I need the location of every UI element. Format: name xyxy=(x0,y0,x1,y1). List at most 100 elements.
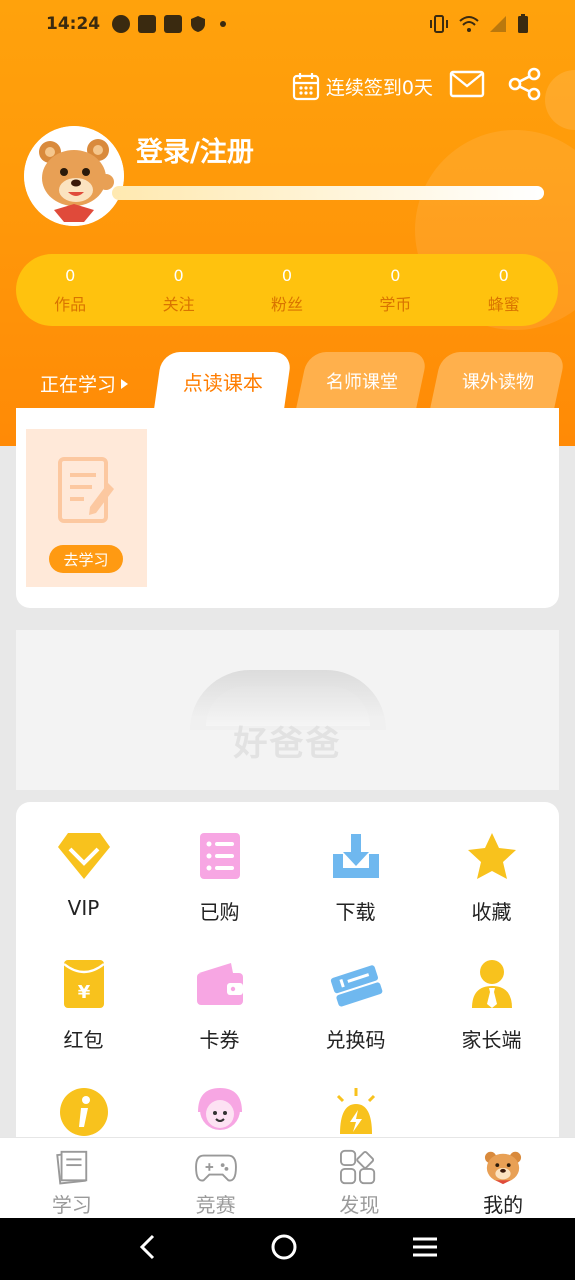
bag-icon xyxy=(138,15,157,33)
grid-item-red-envelope[interactable]: ¥ 红包 xyxy=(16,956,151,1053)
nav-contest[interactable]: 竞赛 xyxy=(144,1138,288,1218)
nav-label: 我的 xyxy=(483,1193,524,1217)
tab-textbook[interactable]: 点读课本 xyxy=(153,352,293,410)
grid-item-info[interactable] xyxy=(16,1084,151,1142)
stat-value: 0 xyxy=(281,266,293,285)
stat-value: 0 xyxy=(173,266,184,285)
book-stack-icon xyxy=(56,1150,88,1185)
stat-label: 蜂蜜 xyxy=(487,295,520,314)
system-nav-bar xyxy=(0,1218,575,1280)
stat-works[interactable]: 0 作品 xyxy=(30,265,110,315)
grid-label: VIP xyxy=(67,896,100,920)
tab-extracurricular[interactable]: 课外读物 xyxy=(429,352,567,410)
mail-icon[interactable] xyxy=(449,70,485,102)
level-progress-fill xyxy=(112,186,544,200)
bear-icon xyxy=(485,1151,522,1185)
home-icon[interactable] xyxy=(270,1233,298,1265)
stat-coins[interactable]: 0 学币 xyxy=(355,265,435,315)
svg-text:¥: ¥ xyxy=(77,982,90,1003)
shield-icon xyxy=(190,15,208,33)
wallet-icon xyxy=(192,956,248,1012)
download-icon xyxy=(328,828,384,884)
moon-icon xyxy=(112,15,131,33)
checkin-button[interactable]: 连续签到0天 xyxy=(292,71,433,101)
document-edit-icon xyxy=(58,457,114,523)
grid-label: 卡券 xyxy=(199,1028,240,1052)
grid-item-service[interactable] xyxy=(152,1084,287,1142)
stat-followers[interactable]: 0 粉丝 xyxy=(247,265,327,315)
stat-label: 作品 xyxy=(54,295,87,314)
gamepad-icon xyxy=(194,1154,237,1182)
share-icon[interactable] xyxy=(507,66,543,106)
grid-item-favorites[interactable]: 收藏 xyxy=(424,828,559,925)
star-icon xyxy=(464,828,520,884)
tab-teacher-class[interactable]: 名师课堂 xyxy=(295,352,429,410)
lamp-icon xyxy=(328,1084,384,1140)
top-actions: 连续签到0天 xyxy=(292,66,543,106)
book-tile[interactable]: 去学习 xyxy=(26,429,147,587)
stat-label: 粉丝 xyxy=(270,295,303,314)
battery-icon xyxy=(517,14,529,38)
grid-item-redeem-code[interactable]: 兑换码 xyxy=(288,956,423,1053)
caret-right-icon xyxy=(121,378,129,389)
calendar-icon xyxy=(292,73,320,101)
nav-label: 学习 xyxy=(51,1193,92,1217)
ticket-icon xyxy=(328,956,384,1012)
banner[interactable]: 好爸爸 xyxy=(16,630,559,790)
diamond-icon xyxy=(56,828,112,884)
service-icon xyxy=(192,1084,248,1140)
banner-logo: 好爸爸 xyxy=(233,724,342,764)
nav-label: 竞赛 xyxy=(195,1193,236,1217)
login-register-link[interactable]: 登录/注册 xyxy=(136,130,254,169)
nav-study[interactable]: 学习 xyxy=(0,1138,144,1218)
stat-following[interactable]: 0 关注 xyxy=(139,265,219,315)
bag-icon xyxy=(164,15,183,33)
stat-value: 0 xyxy=(65,266,76,285)
back-icon[interactable] xyxy=(137,1233,157,1265)
grid-label: 家长端 xyxy=(461,1028,522,1052)
stat-label: 学币 xyxy=(379,295,412,314)
dot-icon xyxy=(220,21,227,27)
stat-honey[interactable]: 0 蜂蜜 xyxy=(464,265,544,315)
signal-icon xyxy=(489,15,507,37)
level-progress-bar xyxy=(112,186,544,200)
parent-icon xyxy=(464,956,520,1012)
decorative-bubble xyxy=(545,70,575,130)
currently-learning-label[interactable]: 正在学习 xyxy=(40,370,129,397)
nav-mine[interactable]: 我的 xyxy=(431,1138,575,1218)
grid-label: 已购 xyxy=(199,900,240,924)
wifi-icon xyxy=(459,15,479,37)
avatar[interactable] xyxy=(24,126,124,226)
apps-icon xyxy=(340,1149,376,1185)
grid-item-purchased[interactable]: 已购 xyxy=(152,828,287,925)
stat-label: 关注 xyxy=(162,295,195,314)
grid-label: 红包 xyxy=(63,1028,104,1052)
grid-item-coupons[interactable]: 卡券 xyxy=(152,956,287,1053)
tab-label: 课外读物 xyxy=(462,372,534,393)
nav-label: 发现 xyxy=(339,1193,380,1217)
grid-label: 收藏 xyxy=(471,900,512,924)
status-time: 14:24 xyxy=(46,14,101,34)
list-icon xyxy=(192,828,248,884)
stat-value: 0 xyxy=(498,266,509,285)
tab-label: 点读课本 xyxy=(183,370,263,395)
checkin-label: 连续签到0天 xyxy=(325,76,433,99)
vibrate-icon xyxy=(429,15,449,37)
grid-label: 兑换码 xyxy=(325,1028,386,1052)
status-bar: 14:24 xyxy=(0,0,575,48)
grid-item-parent[interactable]: 家长端 xyxy=(424,956,559,1053)
stats-bar: 0 作品 0 关注 0 粉丝 0 学币 0 蜂蜜 xyxy=(16,254,558,326)
grid-item-download[interactable]: 下载 xyxy=(288,828,423,925)
nav-discover[interactable]: 发现 xyxy=(288,1138,432,1218)
stat-value: 0 xyxy=(390,266,401,285)
currently-learning-text: 正在学习 xyxy=(40,374,117,396)
info-icon xyxy=(56,1084,112,1140)
bottom-nav: 学习 竞赛 发现 我的 xyxy=(0,1137,575,1218)
grid-item-vip[interactable]: VIP xyxy=(16,828,151,920)
grid-label: 下载 xyxy=(335,900,376,924)
study-card: 去学习 xyxy=(16,408,559,608)
menu-icon[interactable] xyxy=(411,1235,439,1263)
go-study-button[interactable]: 去学习 xyxy=(49,545,123,573)
grid-item-lamp[interactable] xyxy=(288,1084,423,1142)
red-envelope-icon: ¥ xyxy=(56,956,112,1012)
